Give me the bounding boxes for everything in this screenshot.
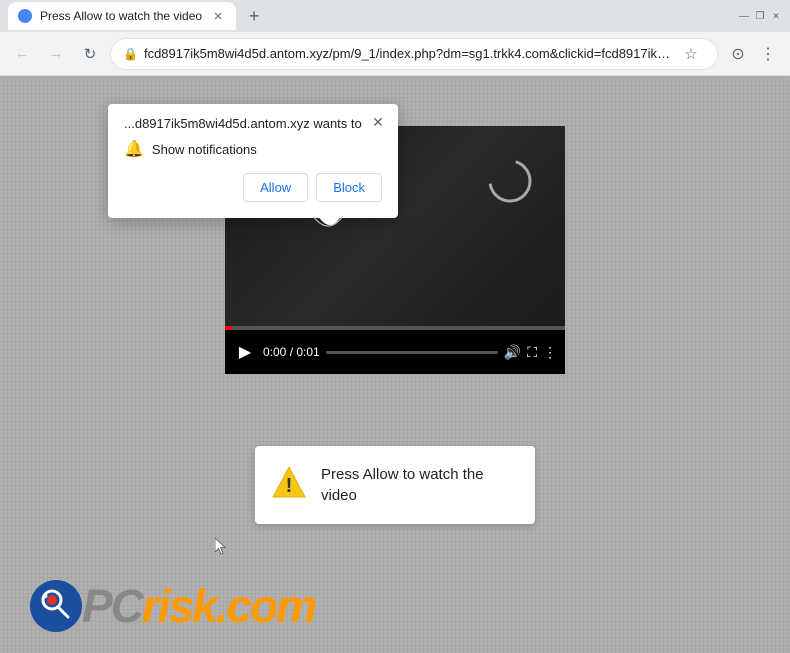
video-controls: ▶ 0:00 / 0:01 🔊 ⛶ ⋮ xyxy=(225,330,565,374)
reload-button[interactable]: ↻ xyxy=(76,40,104,68)
window-controls xyxy=(738,10,782,22)
video-fullscreen-button[interactable]: ⛶ xyxy=(527,344,537,361)
video-play-button[interactable]: ▶ xyxy=(233,342,257,362)
pcrisk-logo: PCrisk.com xyxy=(30,579,315,633)
toolbar: ← → ↻ 🔒 fcd8917ik5m8wi4d5d.antom.xyz/pm/… xyxy=(0,32,790,76)
video-seekbar[interactable] xyxy=(225,326,565,330)
permission-label: Show notifications xyxy=(152,142,257,157)
svg-text:!: ! xyxy=(286,475,293,497)
popup-permission-row: 🔔 Show notifications xyxy=(124,139,382,159)
restore-button[interactable] xyxy=(754,10,766,22)
mouse-cursor xyxy=(215,538,227,556)
block-button[interactable]: Block xyxy=(316,173,382,202)
allow-button[interactable]: Allow xyxy=(243,173,308,202)
close-button[interactable] xyxy=(770,10,782,22)
video-progress-bar[interactable] xyxy=(326,351,498,354)
warning-icon: ! xyxy=(271,464,307,500)
new-tab-button[interactable]: + xyxy=(240,2,268,30)
video-time: 0:00 / 0:01 xyxy=(263,345,320,359)
pcrisk-text: PCrisk.com xyxy=(82,579,315,633)
tab-favicon xyxy=(18,9,32,23)
popup-arrow xyxy=(313,216,343,236)
video-spinner xyxy=(485,156,535,206)
video-seekbar-fill xyxy=(225,326,232,330)
popup-close-button[interactable]: ✕ xyxy=(368,112,388,132)
pcrisk-icon xyxy=(30,580,82,632)
notification-popup: ✕ ...d8917ik5m8wi4d5d.antom.xyz wants to… xyxy=(108,104,398,218)
page-content: ✕ ...d8917ik5m8wi4d5d.antom.xyz wants to… xyxy=(0,76,790,653)
avatar-icon[interactable]: ⊙ xyxy=(724,40,752,68)
address-bar[interactable]: 🔒 fcd8917ik5m8wi4d5d.antom.xyz/pm/9_1/in… xyxy=(110,38,718,70)
forward-button[interactable]: → xyxy=(42,40,70,68)
pc-text: PC xyxy=(82,580,142,632)
window-titlebar: Press Allow to watch the video ✕ + xyxy=(0,0,790,32)
active-tab[interactable]: Press Allow to watch the video ✕ xyxy=(8,2,236,30)
tab-title: Press Allow to watch the video xyxy=(40,9,202,23)
warning-text: Press Allow to watch the video xyxy=(321,464,519,506)
bookmark-button[interactable]: ☆ xyxy=(677,40,705,68)
address-text: fcd8917ik5m8wi4d5d.antom.xyz/pm/9_1/inde… xyxy=(144,46,671,61)
risk-text: risk.com xyxy=(142,580,315,632)
back-button[interactable]: ← xyxy=(8,40,36,68)
lock-icon: 🔒 xyxy=(123,47,138,61)
popup-site-text: ...d8917ik5m8wi4d5d.antom.xyz wants to xyxy=(124,116,382,131)
tab-strip: Press Allow to watch the video ✕ + xyxy=(8,2,738,30)
minimize-button[interactable] xyxy=(738,10,750,22)
bell-icon: 🔔 xyxy=(124,139,144,159)
warning-box: ! Press Allow to watch the video xyxy=(255,446,535,524)
toolbar-icons: ⊙ ⋮ xyxy=(724,40,782,68)
tab-close-button[interactable]: ✕ xyxy=(210,8,226,24)
video-seekbar-row xyxy=(225,326,565,330)
menu-button[interactable]: ⋮ xyxy=(754,40,782,68)
video-volume-button[interactable]: 🔊 xyxy=(504,344,521,361)
video-more-button[interactable]: ⋮ xyxy=(543,344,557,361)
popup-buttons: Allow Block xyxy=(124,173,382,202)
